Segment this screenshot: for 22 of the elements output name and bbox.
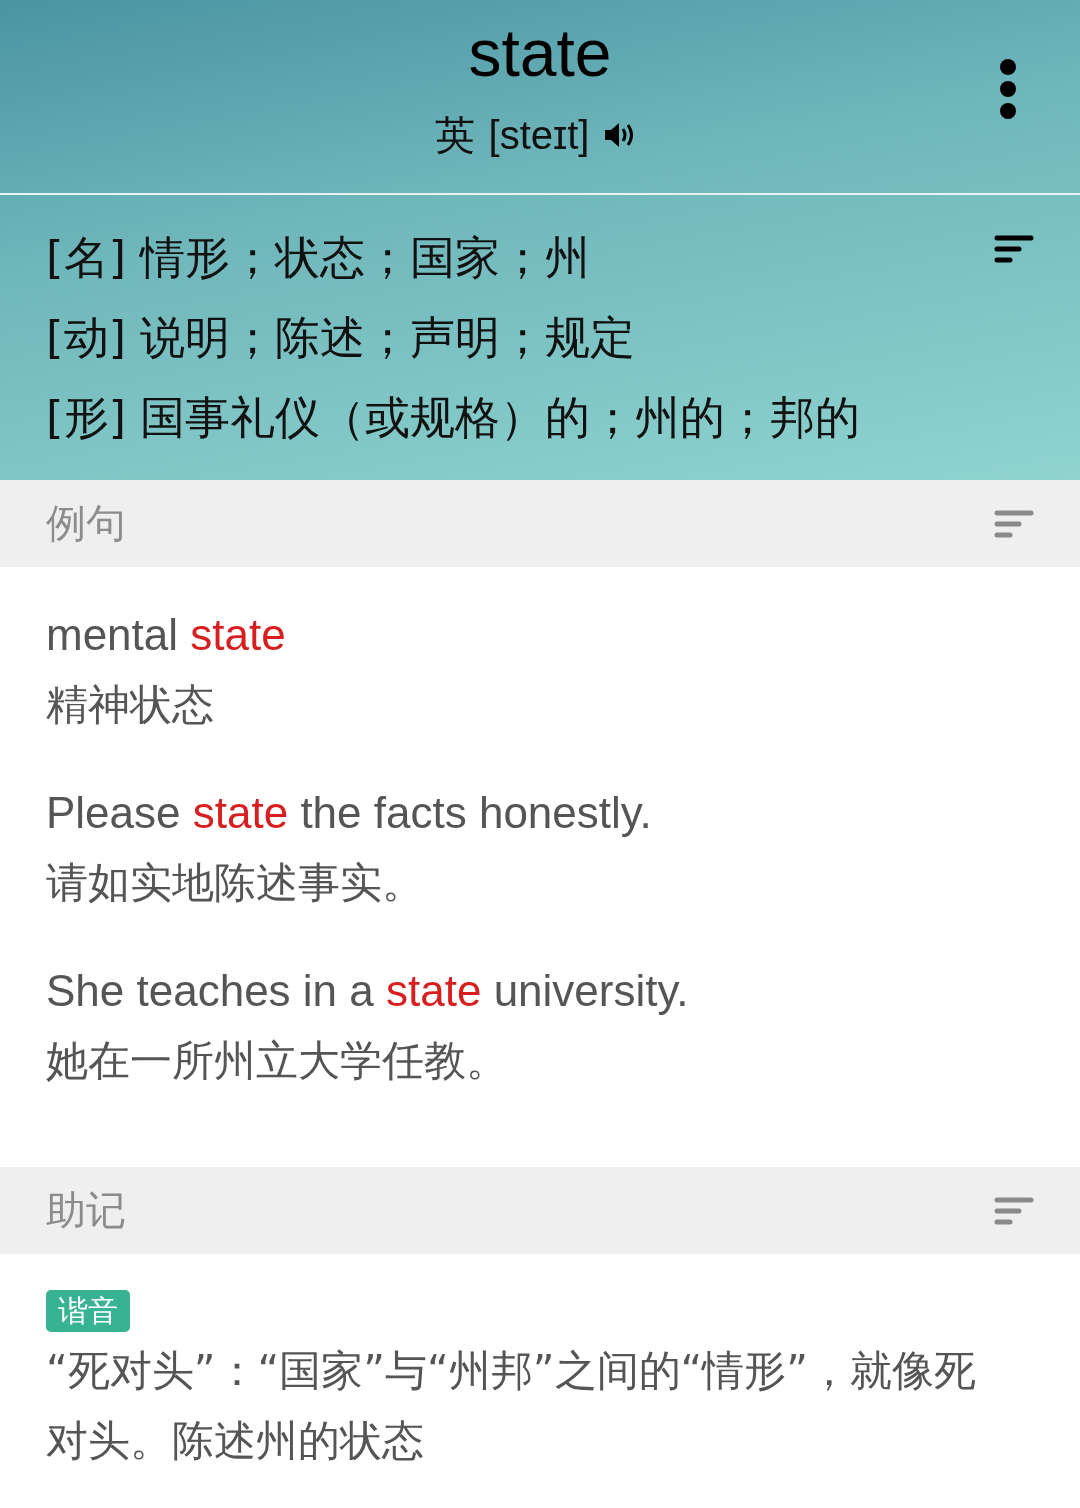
definition-text: 情形；状态；国家；州 bbox=[140, 230, 591, 286]
sort-icon[interactable] bbox=[994, 235, 1034, 263]
mnemonic-text: “死对头”：“国家”与“州邦”之间的“情形”，就像死对头。陈述州的状态 bbox=[46, 1345, 978, 1467]
section-title: 例句 bbox=[46, 499, 126, 548]
more-options-icon[interactable] bbox=[999, 58, 1017, 120]
example-translation: 精神状态 bbox=[46, 679, 215, 731]
definition-text: 说明；陈述；声明；规定 bbox=[140, 310, 636, 366]
part-of-speech: [形] bbox=[46, 390, 127, 446]
accent-label: 英 bbox=[434, 112, 475, 158]
part-of-speech: [动] bbox=[46, 310, 127, 366]
example-translation: 她在一所州立大学任教。 bbox=[46, 1035, 509, 1087]
definition-text: 国事礼仪（或规格）的；州的；邦的 bbox=[140, 390, 861, 446]
example-sentence: mental state bbox=[46, 609, 287, 661]
phonetic-text: [steɪt] bbox=[488, 112, 590, 158]
example-translation: 请如实地陈述事实。 bbox=[46, 857, 425, 909]
part-of-speech: [名] bbox=[46, 230, 127, 286]
mnemonic-tag: 谐音 bbox=[46, 1290, 130, 1332]
section-title: 助记 bbox=[46, 1186, 126, 1235]
example-sentence: She teaches in a state university. bbox=[46, 965, 690, 1017]
example-sentence: Please state the facts honestly. bbox=[46, 787, 653, 839]
headword: state bbox=[468, 20, 612, 86]
speaker-icon[interactable] bbox=[603, 121, 636, 149]
